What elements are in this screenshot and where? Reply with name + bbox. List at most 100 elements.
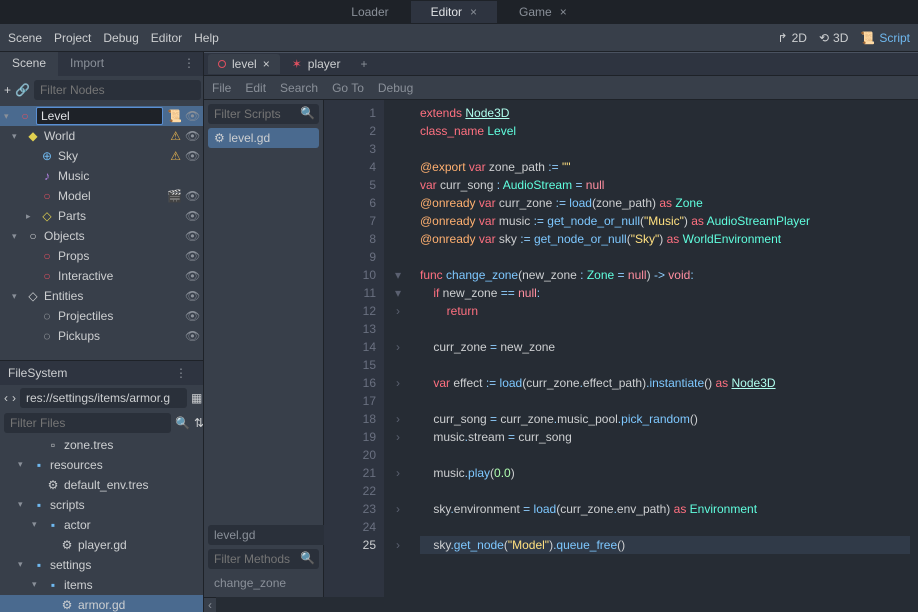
link-icon[interactable]: 🔗 xyxy=(15,80,30,100)
file-label: player.gd xyxy=(78,538,199,552)
visibility-icon[interactable]: 👁 xyxy=(185,109,199,123)
visibility-icon[interactable]: 👁 xyxy=(185,249,199,263)
menu-debug[interactable]: Debug xyxy=(103,31,138,45)
file-item[interactable]: ▫ zone.tres xyxy=(0,435,203,455)
tree-node[interactable]: ▾ ◇ Entities 👁 xyxy=(0,286,203,306)
mode-script-button[interactable]: 📜Script xyxy=(860,31,910,45)
file-item[interactable]: ⚙ default_env.tres xyxy=(0,475,203,495)
tree-node[interactable]: ○ Interactive 👁 xyxy=(0,266,203,286)
visibility-icon[interactable]: 👁 xyxy=(185,309,199,323)
menu-scene[interactable]: Scene xyxy=(8,31,42,45)
file-item[interactable]: ⚙ player.gd xyxy=(0,535,203,555)
file-item[interactable]: ▾ ▪ items xyxy=(0,575,203,595)
close-icon[interactable]: × xyxy=(263,57,270,71)
node-label: Sky xyxy=(58,149,166,163)
visibility-icon[interactable]: 👁 xyxy=(185,129,199,143)
warning-icon[interactable]: ⚠ xyxy=(170,129,181,143)
tab-import[interactable]: Import xyxy=(58,52,116,76)
code-area[interactable]: 1234567891011121314151617181920212223242… xyxy=(324,100,918,597)
tab-loader[interactable]: Loader xyxy=(331,1,408,23)
node-rename-input[interactable] xyxy=(36,107,163,125)
node-label: Entities xyxy=(44,289,181,303)
visibility-icon[interactable]: 👁 xyxy=(185,229,199,243)
file-icon: ⚙ xyxy=(46,478,60,492)
visibility-icon[interactable]: 👁 xyxy=(185,329,199,343)
visibility-icon[interactable]: 👁 xyxy=(185,209,199,223)
node3d-icon: ○ xyxy=(18,109,32,123)
tree-node[interactable]: ○ Props 👁 xyxy=(0,246,203,266)
menu-file[interactable]: File xyxy=(212,81,231,95)
menu-project[interactable]: Project xyxy=(54,31,91,45)
script-item-level[interactable]: ⚙ level.gd xyxy=(208,128,319,148)
tree-node[interactable]: ▸ ◇ Parts 👁 xyxy=(0,206,203,226)
outline-method[interactable]: change_zone xyxy=(208,573,319,593)
close-icon[interactable]: × xyxy=(470,5,477,19)
visibility-icon[interactable]: 👁 xyxy=(185,149,199,163)
scene-tab-player[interactable]: ✶ player xyxy=(282,54,351,74)
panel-menu-icon[interactable]: ⋮ xyxy=(167,362,195,384)
scene-tab-level[interactable]: level × xyxy=(208,54,280,74)
warning-icon[interactable]: ⚠ xyxy=(170,149,181,163)
clapperboard-icon[interactable]: 🎬 xyxy=(167,189,181,203)
filter-nodes-input[interactable] xyxy=(34,80,201,100)
visibility-icon[interactable]: 👁 xyxy=(185,289,199,303)
file-icon: ⚙ xyxy=(60,538,74,552)
search-icon[interactable]: 🔍 xyxy=(175,413,190,433)
visibility-icon[interactable]: 👁 xyxy=(185,189,199,203)
node-icon: ○ xyxy=(40,269,54,283)
tree-node[interactable]: ⊕ Sky ⚠ 👁 xyxy=(0,146,203,166)
menu-edit[interactable]: Edit xyxy=(245,81,266,95)
node-label: Model xyxy=(58,189,163,203)
menu-help[interactable]: Help xyxy=(194,31,219,45)
left-panel: Scene Import ⋮ + 🔗 🔍 📎 ⋮ ▾ ○ 📜 👁 ▾ ◆ Wor… xyxy=(0,52,204,612)
view-mode-icon[interactable]: ▦ xyxy=(191,388,202,408)
node3d-icon xyxy=(218,60,226,68)
tab-label: player xyxy=(308,57,341,71)
node-icon: ♪ xyxy=(40,169,54,183)
add-tab-button[interactable]: + xyxy=(352,57,375,71)
panel-collapse-button[interactable]: ‹ xyxy=(204,597,216,612)
tree-node[interactable]: ○ Model 🎬 👁 xyxy=(0,186,203,206)
node-icon: ○ xyxy=(26,229,40,243)
file-item[interactable]: ▾ ▪ settings xyxy=(0,555,203,575)
tab-scene[interactable]: Scene xyxy=(0,52,58,76)
visibility-icon[interactable]: 👁 xyxy=(185,269,199,283)
tree-node[interactable]: ◌ Pickups 👁 xyxy=(0,326,203,346)
tab-editor[interactable]: Editor × xyxy=(411,1,497,23)
file-item[interactable]: ▾ ▪ actor xyxy=(0,515,203,535)
file-icon: ⚙ xyxy=(60,598,74,612)
tree-node[interactable]: ▾ ◆ World ⚠ 👁 xyxy=(0,126,203,146)
close-icon[interactable]: × xyxy=(560,5,567,19)
mode-3d-button[interactable]: ⟲3D xyxy=(819,31,848,45)
menu-search[interactable]: Search xyxy=(280,81,318,95)
panel-menu-icon[interactable]: ⋮ xyxy=(175,52,203,76)
tab-label: level xyxy=(232,57,257,71)
file-item[interactable]: ⚙ armor.gd xyxy=(0,595,203,612)
tab-game[interactable]: Game × xyxy=(499,1,587,23)
menu-editor[interactable]: Editor xyxy=(151,31,182,45)
tree-node[interactable]: ◌ Projectiles 👁 xyxy=(0,306,203,326)
nav-fwd-icon[interactable]: › xyxy=(12,388,16,408)
file-icon: ▪ xyxy=(32,498,46,512)
fold-column[interactable]: ▾▾›››››››› xyxy=(384,100,412,597)
filter-files-input[interactable] xyxy=(4,413,171,433)
file-label: actor xyxy=(64,518,199,532)
nav-back-icon[interactable]: ‹ xyxy=(4,388,8,408)
code-content[interactable]: extends Node3Dclass_name Level@export va… xyxy=(412,100,918,597)
script-editor-menu: File Edit Search Go To Debug xyxy=(204,76,918,100)
add-node-icon[interactable]: + xyxy=(4,80,11,100)
scene-tree: ▾ ○ 📜 👁 ▾ ◆ World ⚠ 👁 ⊕ Sky ⚠ 👁 ♪ Music … xyxy=(0,104,203,360)
mode-2d-button[interactable]: ↱2D xyxy=(778,31,807,45)
tree-node[interactable]: ♪ Music xyxy=(0,166,203,186)
sort-icon[interactable]: ⇅ xyxy=(194,413,203,433)
tree-node[interactable]: ▾ ○ Objects 👁 xyxy=(0,226,203,246)
code-editor-panel: level × ✶ player + File Edit Search Go T… xyxy=(204,52,918,612)
file-icon: ▪ xyxy=(46,518,60,532)
menu-debug[interactable]: Debug xyxy=(378,81,413,95)
script-icon[interactable]: 📜 xyxy=(167,109,181,123)
menu-goto[interactable]: Go To xyxy=(332,81,364,95)
file-item[interactable]: ▾ ▪ scripts xyxy=(0,495,203,515)
file-label: default_env.tres xyxy=(64,478,199,492)
file-item[interactable]: ▾ ▪ resources xyxy=(0,455,203,475)
path-input[interactable] xyxy=(20,388,187,408)
